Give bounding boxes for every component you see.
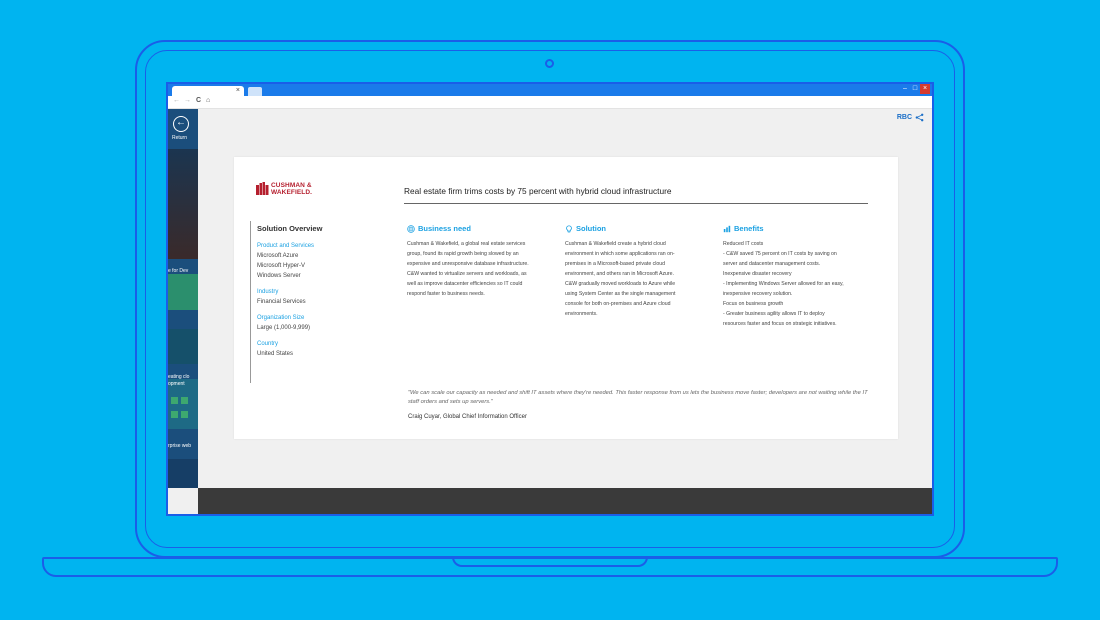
back-icon[interactable]: ←: [173, 97, 180, 104]
close-icon[interactable]: ×: [920, 84, 930, 94]
overview-title: Solution Overview: [257, 224, 323, 233]
benefits-heading: Benefits: [723, 224, 873, 233]
business-need-section: Business need Cushman & Wakefield, a glo…: [407, 224, 537, 299]
rail-tile: [181, 411, 188, 418]
size-value: Large (1,000-9,999): [257, 325, 311, 331]
forward-icon[interactable]: →: [184, 97, 191, 104]
reload-icon[interactable]: C: [196, 97, 201, 104]
benefits-text: Reduced IT costs - C&W saved 75 percent …: [723, 241, 844, 327]
window-controls: – □ ×: [900, 84, 930, 95]
bottom-bar: [198, 488, 932, 514]
browser-tab[interactable]: ×: [172, 86, 244, 96]
logo-text: CUSHMAN & WAKEFIELD.: [271, 182, 313, 196]
size-label[interactable]: Organization Size: [257, 315, 347, 321]
product-label[interactable]: Product and Services: [257, 243, 347, 249]
business-need-heading: Business need: [407, 224, 537, 233]
quote-attribution: Craig Cuyar, Global Chief Information Of…: [408, 414, 527, 420]
solution-text: Cushman & Wakefield create a hybrid clou…: [565, 241, 676, 317]
overview-industry: Industry Financial Services: [257, 289, 347, 307]
page-title: Real estate firm trims costs by 75 perce…: [404, 186, 672, 196]
rail-image-3: [168, 329, 198, 364]
share-control[interactable]: RBC: [897, 113, 924, 122]
laptop-notch: [452, 557, 648, 567]
share-icon: [915, 113, 924, 122]
title-divider: [404, 203, 868, 204]
rail-snippet[interactable]: e for Dev: [168, 268, 188, 274]
product-value: Microsoft Hyper-V: [257, 263, 306, 269]
browser-tab-strip: × – □ ×: [168, 84, 932, 96]
rail-tile: [171, 411, 178, 418]
solution-heading: Solution: [565, 224, 695, 233]
return-label: Return: [172, 135, 188, 141]
overview-size: Organization Size Large (1,000-9,999): [257, 315, 347, 333]
laptop-screen: × – □ × ← → C ⌂ ← Return e for Dev eatin…: [166, 82, 934, 516]
rail-tile: [181, 397, 188, 404]
tab-close-icon[interactable]: ×: [236, 87, 240, 94]
industry-value: Financial Services: [257, 299, 306, 305]
target-icon: [407, 224, 415, 233]
overview-country: Country United States: [257, 341, 347, 359]
rbc-label: RBC: [896, 114, 912, 121]
rail-snippet[interactable]: rprise web: [168, 443, 191, 449]
company-logo: CUSHMAN & WAKEFIELD.: [256, 181, 326, 197]
benefits-section: Benefits Reduced IT costs - C&W saved 75…: [723, 224, 873, 329]
business-need-text: Cushman & Wakefield, a global real estat…: [407, 241, 529, 297]
rail-tile: [171, 397, 178, 404]
rail-snippet[interactable]: eating clo: [168, 374, 189, 380]
country-value: United States: [257, 351, 294, 357]
home-icon[interactable]: ⌂: [206, 97, 210, 104]
address-bar[interactable]: [216, 98, 926, 106]
left-rail: ← Return e for Dev eating clo opment rpr…: [168, 109, 198, 488]
browser-toolbar: ← → C ⌂: [168, 96, 932, 109]
product-value: Windows Server: [257, 273, 301, 279]
customer-quote: "We can scale our capacity as needed and…: [408, 390, 868, 405]
country-label[interactable]: Country: [257, 341, 347, 347]
new-tab-button[interactable]: [248, 87, 262, 96]
lightbulb-icon: [566, 224, 572, 232]
return-button[interactable]: ←: [173, 116, 189, 132]
minimize-icon[interactable]: –: [900, 84, 910, 94]
product-value: Microsoft Azure: [257, 253, 299, 259]
rail-image-2: [168, 274, 198, 310]
rail-image-1: [168, 149, 198, 259]
rail-snippet[interactable]: opment: [168, 381, 185, 387]
case-study-card: CUSHMAN & WAKEFIELD. Real estate firm tr…: [234, 157, 898, 439]
solution-section: Solution Cushman & Wakefield create a hy…: [565, 224, 695, 319]
bar-chart-icon: [723, 225, 731, 232]
overview-products: Product and Services Microsoft Azure Mic…: [257, 243, 347, 281]
solution-overview: Solution Overview Product and Services M…: [250, 221, 347, 383]
logo-mark: [256, 182, 269, 195]
maximize-icon[interactable]: □: [910, 84, 920, 94]
rail-image-5: [168, 459, 198, 488]
webcam-icon: [545, 59, 554, 68]
industry-label[interactable]: Industry: [257, 289, 347, 295]
page-viewport: ← Return e for Dev eating clo opment rpr…: [168, 109, 932, 514]
